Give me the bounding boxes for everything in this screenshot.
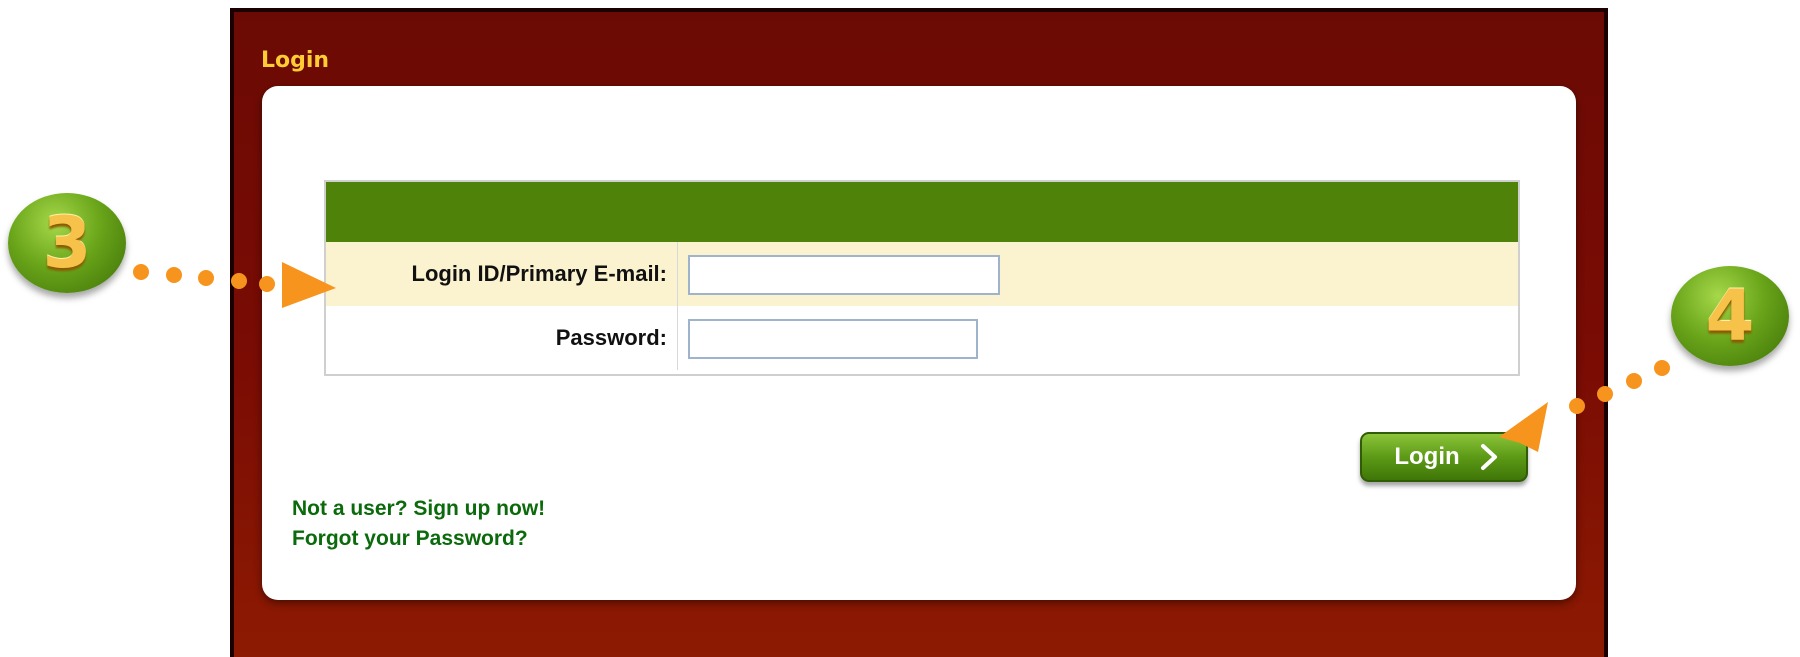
signup-link[interactable]: Not a user? Sign up now!	[292, 494, 545, 524]
password-row: Password:	[326, 306, 1518, 370]
email-row: Login ID/Primary E-mail:	[326, 242, 1518, 306]
page: Login Login ID/Primary E-mail: Password:…	[0, 0, 1800, 657]
login-window: Login Login ID/Primary E-mail: Password:…	[230, 8, 1608, 657]
login-button[interactable]: Login	[1360, 432, 1528, 482]
step-4-badge: 4	[1671, 266, 1789, 366]
login-card: Login ID/Primary E-mail: Password: Login…	[262, 86, 1576, 600]
chevron-right-icon	[1480, 444, 1497, 470]
email-field[interactable]	[688, 255, 1000, 295]
step-3-badge: 3	[8, 193, 126, 293]
window-title: Login	[261, 48, 330, 73]
login-button-label: Login	[1394, 443, 1460, 470]
help-links: Not a user? Sign up now! Forgot your Pas…	[292, 494, 545, 554]
forgot-password-link[interactable]: Forgot your Password?	[292, 524, 545, 554]
password-label: Password:	[326, 306, 678, 370]
form-header-bar	[326, 182, 1518, 242]
login-form: Login ID/Primary E-mail: Password:	[324, 180, 1520, 376]
password-field[interactable]	[688, 319, 978, 359]
email-label: Login ID/Primary E-mail:	[326, 242, 678, 306]
